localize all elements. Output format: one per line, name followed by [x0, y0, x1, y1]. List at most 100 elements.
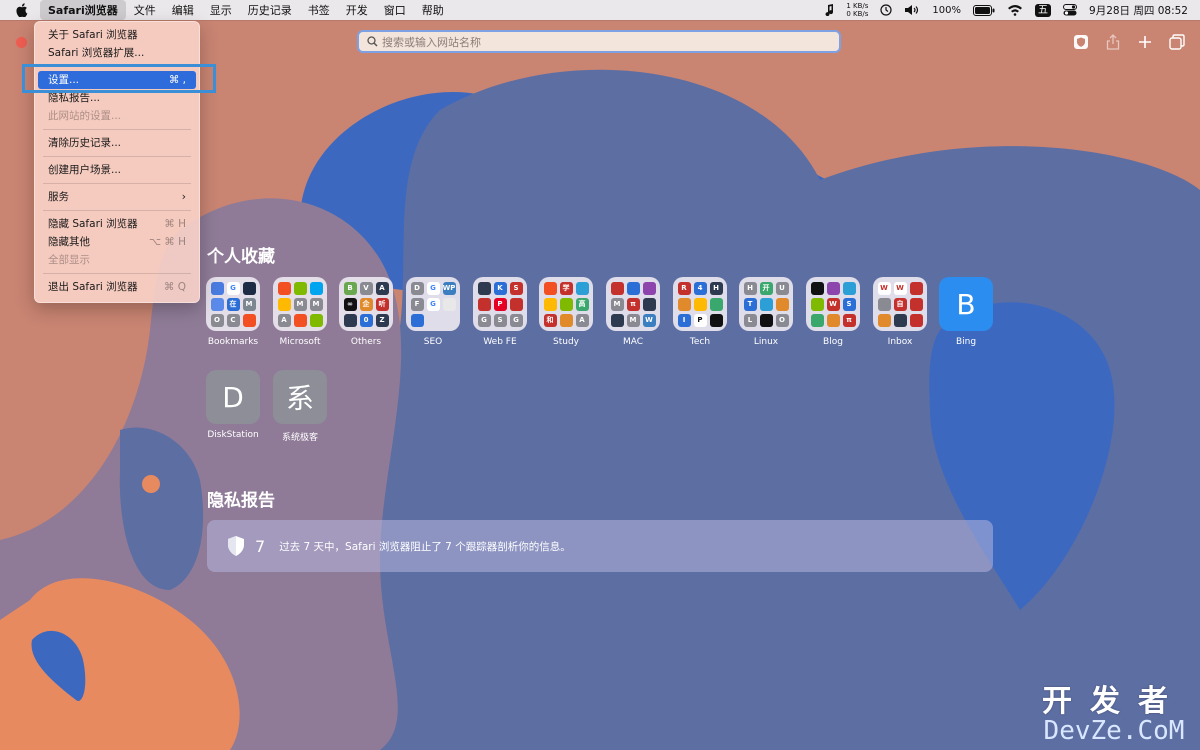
favorite-mac[interactable]: Mπ MW MAC: [600, 277, 666, 347]
favorite-label: Bing: [955, 337, 977, 347]
folder-tile-icon: G 在M OC: [206, 277, 260, 331]
menu-item-show-all-label: 全部显示: [48, 254, 90, 266]
menu-bar: Safari浏览器 文件 编辑 显示 历史记录 书签 开发 窗口 帮助 1 KB…: [0, 0, 1200, 20]
hide-others-shortcut: ⌥ ⌘ H: [148, 236, 186, 248]
battery-percent: 100%: [932, 4, 962, 16]
tab-overview-icon[interactable]: [1168, 33, 1186, 51]
network-speed[interactable]: 1 KB/s 0 KB/s: [846, 2, 868, 18]
privacy-report-title: 隐私报告: [207, 491, 275, 511]
menu-item-show-all: 全部显示: [38, 251, 196, 269]
control-center-icon[interactable]: [1063, 4, 1078, 16]
menu-separator: [43, 156, 191, 157]
net-up: 1 KB/s: [846, 2, 869, 10]
menu-history[interactable]: 历史记录: [240, 0, 300, 20]
folder-tile-icon: D G WP FG: [406, 277, 460, 331]
favorite-linux[interactable]: H开U T LO Linux: [733, 277, 799, 347]
favorite-others[interactable]: BVA ∞ 企听 0Z Others: [333, 277, 399, 347]
menu-item-services-label: 服务: [48, 191, 69, 203]
menu-item-clear-history[interactable]: 清除历史记录...: [38, 134, 196, 152]
address-bar[interactable]: 搜索或输入网站名称: [357, 30, 841, 53]
menu-item-about[interactable]: 关于 Safari 浏览器: [38, 26, 196, 44]
menu-file[interactable]: 文件: [126, 0, 164, 20]
menu-edit[interactable]: 编辑: [164, 0, 202, 20]
folder-tile-icon: KS P GSG: [473, 277, 527, 331]
menu-item-about-label: 关于 Safari 浏览器: [48, 29, 138, 41]
favorite-label: Web FE: [483, 337, 517, 347]
music-icon[interactable]: [824, 4, 834, 16]
favorite-label: SEO: [423, 337, 443, 347]
folder-tile-icon: WW 自: [873, 277, 927, 331]
menu-item-quit-label: 退出 Safari 浏览器: [48, 281, 138, 293]
annotation-highlight-box: [22, 64, 216, 93]
watermark-en: DevZe.CoM: [1043, 716, 1185, 746]
folder-tile-icon: MM A: [273, 277, 327, 331]
hide-safari-shortcut: ⌘ H: [164, 218, 186, 230]
menu-bookmarks[interactable]: 书签: [300, 0, 338, 20]
net-down: 0 KB/s: [846, 10, 869, 18]
menu-separator: [43, 129, 191, 130]
favorite-label: Tech: [689, 337, 711, 347]
menu-item-extensions-label: Safari 浏览器扩展...: [48, 47, 145, 59]
favorite-bing[interactable]: B Bing: [933, 277, 999, 347]
favorites-title: 个人收藏: [207, 247, 275, 267]
folder-tile-icon: H开U T LO: [739, 277, 793, 331]
favorite-web-fe[interactable]: KS P GSG Web FE: [467, 277, 533, 347]
chevron-right-icon: ›: [181, 191, 186, 203]
privacy-message: 过去 7 天中，Safari 浏览器阻止了 7 个跟踪器剖析你的信息。: [279, 540, 571, 553]
menu-window[interactable]: 窗口: [376, 0, 414, 20]
input-method-icon[interactable]: 五: [1035, 3, 1052, 17]
menu-item-services[interactable]: 服务 ›: [38, 188, 196, 206]
menubar-clock[interactable]: 9月28日 周四 08:52: [1089, 3, 1188, 18]
window-close-button[interactable]: [16, 37, 27, 48]
menu-view[interactable]: 显示: [202, 0, 240, 20]
folder-tile-icon: BVA ∞ 企听 0Z: [339, 277, 393, 331]
favorite-bookmarks[interactable]: G 在M OC Bookmarks: [200, 277, 266, 347]
address-placeholder: 搜索或输入网站名称: [382, 35, 481, 49]
time-machine-icon[interactable]: [880, 4, 893, 16]
menu-item-quit[interactable]: 退出 Safari 浏览器 ⌘ Q: [38, 278, 196, 296]
favorite-label: Blog: [823, 337, 843, 347]
favorite-label: DiskStation: [207, 430, 259, 440]
menu-item-create-profile[interactable]: 创建用户场景...: [38, 161, 196, 179]
menu-item-hide-safari[interactable]: 隐藏 Safari 浏览器 ⌘ H: [38, 215, 196, 233]
favorite-diskstation[interactable]: D DiskStation: [200, 370, 266, 440]
share-icon[interactable]: [1104, 33, 1122, 51]
menu-item-clear-history-label: 清除历史记录...: [48, 137, 122, 149]
folder-tile-icon: 学 高 和A: [539, 277, 593, 331]
favorite-xitongjike[interactable]: 系 系统极客: [267, 370, 333, 443]
folder-tile-icon: WS π: [806, 277, 860, 331]
menu-item-extensions[interactable]: Safari 浏览器扩展...: [38, 44, 196, 62]
favorite-label: Linux: [753, 337, 779, 347]
input-method-label: 五: [1038, 4, 1049, 16]
volume-icon[interactable]: [904, 4, 920, 16]
new-tab-icon[interactable]: [1136, 33, 1154, 51]
favorite-seo[interactable]: D G WP FG SEO: [400, 277, 466, 347]
menu-separator: [43, 273, 191, 274]
privacy-report-card[interactable]: 7 过去 7 天中，Safari 浏览器阻止了 7 个跟踪器剖析你的信息。: [207, 520, 993, 572]
menu-item-site-settings-label: 此网站的设置...: [48, 110, 122, 122]
menu-item-hide-others[interactable]: 隐藏其他 ⌥ ⌘ H: [38, 233, 196, 251]
diskstation-letter-icon: D: [206, 370, 260, 424]
menu-develop[interactable]: 开发: [338, 0, 376, 20]
menu-safari[interactable]: Safari浏览器: [40, 0, 126, 20]
favorite-label: Microsoft: [279, 337, 321, 347]
menu-help[interactable]: 帮助: [414, 0, 452, 20]
menu-separator: [43, 183, 191, 184]
favorite-study[interactable]: 学 高 和A Study: [533, 277, 599, 347]
apple-icon[interactable]: [16, 3, 30, 17]
tracker-count: 7: [255, 536, 266, 556]
menu-separator: [43, 210, 191, 211]
privacy-shield-button[interactable]: [1072, 33, 1090, 51]
favorite-blog[interactable]: WS π Blog: [800, 277, 866, 347]
quit-shortcut: ⌘ Q: [163, 281, 186, 293]
menu-item-hide-others-label: 隐藏其他: [48, 236, 90, 248]
battery-icon[interactable]: [973, 4, 995, 16]
search-icon: [367, 36, 378, 47]
wifi-icon[interactable]: [1007, 4, 1023, 16]
favorite-label: 系统极客: [281, 433, 318, 443]
favorite-inbox[interactable]: WW 自 Inbox: [867, 277, 933, 347]
menu-item-hide-safari-label: 隐藏 Safari 浏览器: [48, 218, 138, 230]
xitongjike-letter-icon: 系: [273, 370, 327, 424]
favorite-tech[interactable]: R4H IP Tech: [667, 277, 733, 347]
favorite-microsoft[interactable]: MM A Microsoft: [267, 277, 333, 347]
